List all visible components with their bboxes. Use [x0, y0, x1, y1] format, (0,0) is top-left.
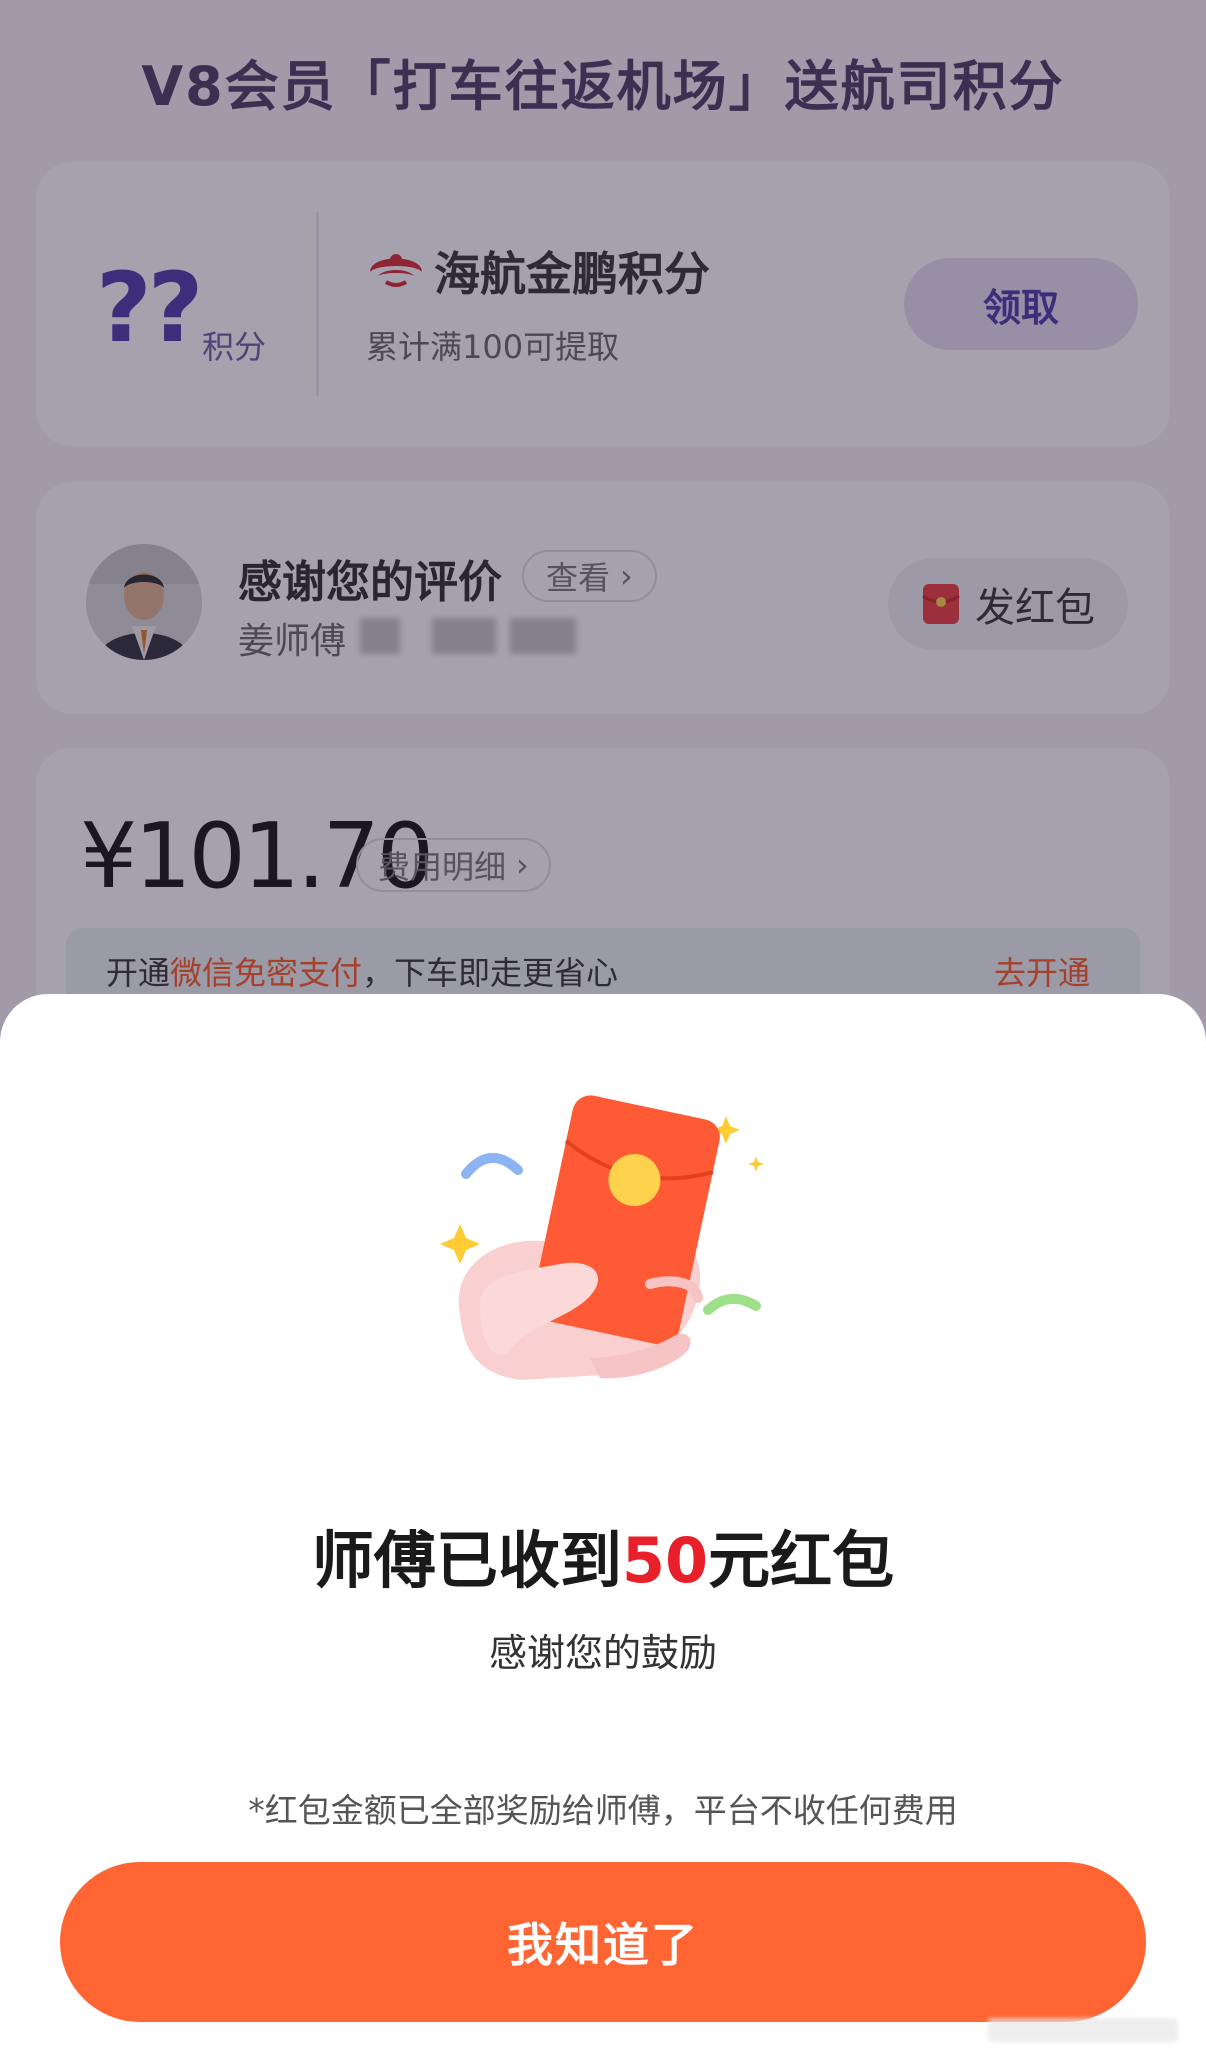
- sheet-title: 师傅已收到50元红包: [0, 1510, 1206, 1600]
- hongbao-received-sheet: 师傅已收到50元红包 感谢您的鼓励 *红包金额已全部奖励给师傅，平台不收任何费用…: [0, 994, 1206, 2055]
- hongbao-amount: 50: [621, 1524, 709, 1597]
- confirm-button[interactable]: 我知道了: [60, 1862, 1146, 2022]
- title-prefix: 师傅已收到: [311, 1524, 622, 1597]
- title-suffix: 元红包: [708, 1524, 895, 1597]
- fee-note: *红包金额已全部奖励给师傅，平台不收任何费用: [248, 1791, 958, 1830]
- hand-holding-red-envelope-icon: [440, 1095, 764, 1380]
- sheet-subtitle: 感谢您的鼓励: [488, 1631, 717, 1675]
- watermark: [988, 2018, 1178, 2042]
